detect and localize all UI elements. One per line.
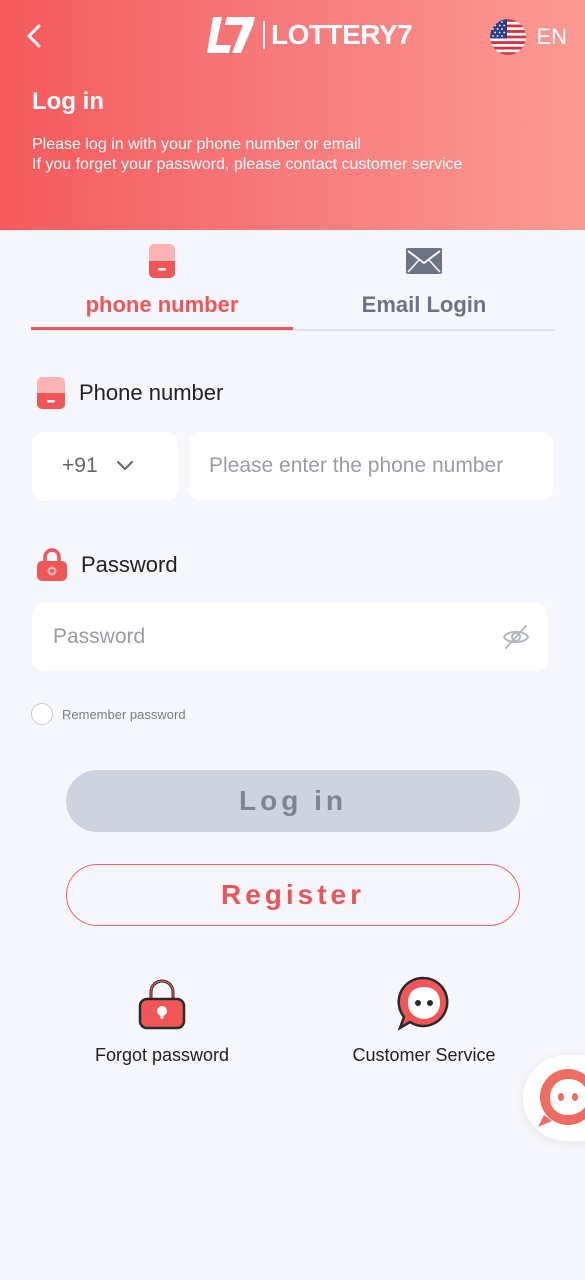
country-code-select[interactable]: +91: [32, 432, 178, 500]
us-flag-icon: [490, 19, 527, 55]
register-button[interactable]: Register: [66, 864, 520, 926]
brand-logo: LOTTERY7: [205, 15, 413, 55]
password-input[interactable]: [32, 603, 548, 671]
subtitle-line-2: If you forget your password, please cont…: [32, 156, 463, 173]
brand-name: LOTTERY7: [271, 19, 413, 50]
customer-service-label: Customer Service: [352, 1045, 496, 1065]
language-selector[interactable]: EN: [490, 18, 567, 56]
password-label: Password: [36, 548, 178, 582]
password-field: [32, 603, 548, 671]
page-title: Log in: [32, 88, 104, 115]
forgot-password-link[interactable]: Forgot password: [72, 975, 252, 1066]
phone-number-label-text: Phone number: [79, 380, 224, 405]
chat-bubble-icon: [397, 976, 449, 1031]
remember-password-checkbox[interactable]: Remember password: [31, 703, 186, 725]
chevron-down-icon: [116, 461, 133, 470]
phone-icon: [149, 244, 175, 278]
envelope-icon: [406, 248, 442, 274]
phone-number-label: Phone number: [36, 376, 223, 410]
country-code-value: +91: [62, 454, 98, 477]
subtitle-line-1: Please log in with your phone number or …: [32, 136, 362, 153]
eye-off-icon[interactable]: [502, 624, 530, 650]
remember-password-label: Remember password: [62, 706, 186, 722]
phone-icon: [37, 377, 65, 409]
phone-number-input[interactable]: [189, 432, 553, 500]
forgot-password-label: Forgot password: [94, 1045, 230, 1065]
login-button[interactable]: Log in: [66, 770, 520, 832]
chevron-left-icon: [27, 24, 41, 48]
lock-icon: [37, 548, 67, 581]
language-code: EN: [536, 24, 567, 49]
login-method-tabs: phone number Email Login: [31, 240, 555, 332]
floating-chat-button[interactable]: [523, 1055, 585, 1141]
back-button[interactable]: [18, 20, 50, 52]
tab-label: phone number: [85, 292, 239, 317]
password-label-text: Password: [81, 552, 178, 577]
padlock-icon: [138, 979, 186, 1030]
tab-email-login[interactable]: Email Login: [293, 240, 555, 330]
remember-radio[interactable]: [31, 703, 53, 725]
chat-avatar-icon: [538, 1069, 585, 1127]
logo-mark-icon: [207, 17, 255, 53]
tab-label: Email Login: [361, 292, 487, 317]
tab-phone-number[interactable]: phone number: [31, 240, 293, 330]
logo-divider: [263, 21, 265, 49]
header: LOTTERY7 EN Log in Please log in with yo…: [0, 0, 585, 230]
customer-service-link[interactable]: Customer Service: [334, 975, 514, 1066]
active-tab-indicator: [31, 327, 293, 330]
